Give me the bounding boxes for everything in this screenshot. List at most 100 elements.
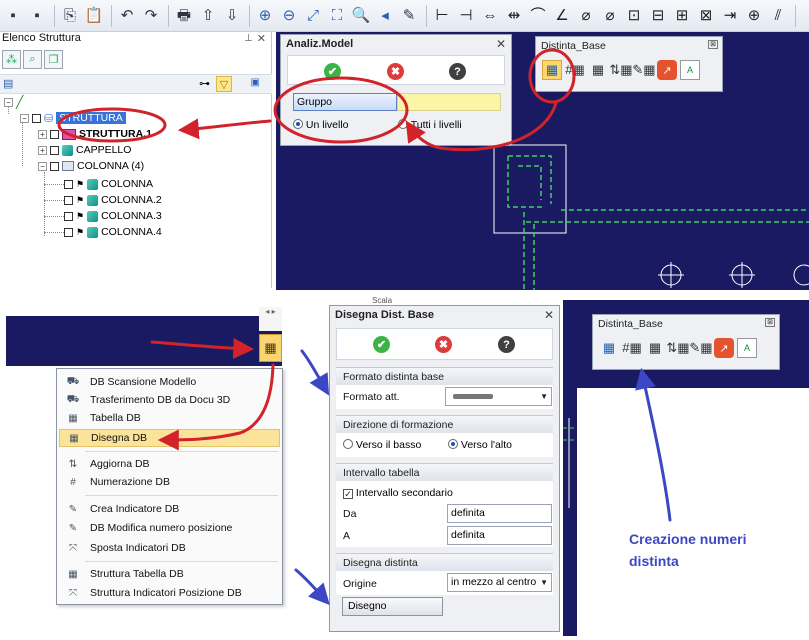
tree-row-struttura-1[interactable]: + STRUTTURA.1 (38, 126, 152, 142)
list-icon[interactable]: ▤ (3, 77, 13, 90)
document-icon[interactable]: A (680, 60, 700, 80)
pan-left-icon[interactable]: ◂ (374, 5, 396, 27)
origin-dropdown[interactable]: in mezzo al centro ▼ (447, 573, 552, 592)
format-dropdown[interactable]: ▼ (445, 387, 552, 406)
checkbox-checked-icon[interactable]: ✓ (343, 489, 353, 499)
visibility-checkbox[interactable] (64, 211, 73, 221)
distinta-dropdown-button[interactable]: ▦ (259, 334, 282, 362)
close-icon[interactable]: ⊠ (765, 318, 775, 327)
numbering-icon[interactable]: #▦ (622, 338, 642, 358)
export-icon[interactable]: ↗ (714, 338, 734, 358)
visibility-checkbox[interactable] (64, 227, 73, 237)
disegno-button[interactable]: Disegno (342, 597, 443, 616)
refresh-table-icon[interactable]: ⇅▦ (666, 338, 689, 358)
radio-selected-icon[interactable] (293, 119, 303, 129)
visibility-checkbox[interactable] (50, 161, 59, 171)
section-direction-header[interactable]: Direzione di formazione (336, 415, 553, 433)
collapse-icon[interactable]: − (4, 97, 13, 107)
table-icon[interactable]: ▦ (645, 338, 665, 358)
radio-one-level[interactable]: Un livello (293, 119, 349, 131)
radio-direction-up[interactable]: Verso l'alto (448, 439, 512, 451)
section-interval-header[interactable]: Intervallo tabella (336, 463, 553, 481)
tree-row-root[interactable]: − ╱ (4, 94, 23, 110)
secondary-interval-checkbox[interactable]: ✓ Intervallo secondario (343, 487, 453, 499)
menu-item-table[interactable]: ▦ Tabella DB (59, 409, 280, 427)
zoom-window-icon[interactable]: ⛶ (326, 5, 348, 27)
edit-marker-icon[interactable]: ✎▦ (632, 60, 655, 80)
menu-item-transfer[interactable]: ⛟ Trasferimento DB da Docu 3D (59, 391, 280, 409)
menu-item-refresh[interactable]: ⇅ Aggiorna DB (59, 455, 280, 473)
radio-empty-icon[interactable] (343, 439, 353, 449)
to-field[interactable]: definita (447, 526, 552, 545)
tree-row-colonna[interactable]: ⚑ COLONNA (64, 176, 153, 192)
import-icon[interactable]: ⇩ (221, 5, 243, 27)
section-format-header[interactable]: Formato distinta base (336, 367, 553, 385)
print-icon[interactable]: 🖶 (173, 5, 195, 27)
ok-button[interactable]: ✔ (373, 336, 390, 353)
numbering-icon[interactable]: #▦ (565, 60, 585, 80)
radio-selected-icon[interactable] (448, 439, 458, 449)
section-draw-header[interactable]: Disegna distinta (336, 553, 553, 571)
edit-icon[interactable]: ✎ (398, 5, 420, 27)
dim-l-icon[interactable]: ⊠ (695, 5, 717, 27)
dim-a-icon[interactable]: ⊢ (431, 5, 453, 27)
pages-view-icon[interactable]: ❐ (44, 50, 63, 69)
menu-item-move-markers[interactable]: ⤧ Sposta Indicatori DB (59, 539, 280, 557)
export-icon[interactable]: ↗ (657, 60, 677, 80)
options-icon[interactable]: ▣ (251, 77, 260, 88)
close-icon[interactable]: ⊠ (708, 40, 718, 49)
zoom-out-icon[interactable]: ⊖ (278, 5, 300, 27)
document-icon[interactable]: A (737, 338, 757, 358)
close-icon[interactable]: ✕ (496, 37, 506, 51)
redo-icon[interactable]: ↷ (140, 5, 162, 27)
visibility-checkbox[interactable] (64, 179, 73, 189)
open-icon[interactable]: ▪ (26, 5, 48, 27)
save-icon[interactable]: ▪ (2, 5, 24, 27)
scroll-arrows-icon[interactable]: ◂ ▸ (259, 307, 282, 331)
scan-model-icon[interactable]: ▦ (599, 338, 619, 358)
tree-row-colonna-3[interactable]: ⚑ COLONNA.3 (64, 208, 162, 224)
dim-f-icon[interactable]: ∠ (551, 5, 573, 27)
visibility-checkbox[interactable] (50, 129, 59, 139)
dim-h-icon[interactable]: ⌀ (599, 5, 621, 27)
visibility-checkbox[interactable] (32, 113, 41, 123)
filter-icon[interactable]: ▽ (216, 76, 232, 92)
menu-item-numbering[interactable]: # Numerazione DB (59, 473, 280, 491)
tree-row-struttura[interactable]: − ⛁ STRUTTURA (20, 110, 126, 126)
collapse-icon[interactable]: − (38, 161, 47, 171)
dim-d-icon[interactable]: ⇹ (503, 5, 525, 27)
dim-g-icon[interactable]: ⌀ (575, 5, 597, 27)
ok-button[interactable]: ✔ (324, 63, 341, 80)
zoom-box-icon[interactable]: 🔍 (350, 5, 372, 27)
dim-b-icon[interactable]: ⊣ (455, 5, 477, 27)
close-icon[interactable]: ✕ (257, 32, 266, 45)
refresh-table-icon[interactable]: ⇅▦ (609, 60, 632, 80)
copy-icon[interactable]: ⎘ (59, 5, 81, 27)
expand-icon[interactable]: + (38, 129, 47, 139)
tree-row-colonna-4[interactable]: ⚑ COLONNA.4 (64, 224, 162, 240)
menu-item-marker-structure[interactable]: ⤧ Struttura Indicatori Posizione DB (59, 584, 280, 602)
dim-e-icon[interactable]: ⌒ (527, 5, 549, 27)
tree-view-icon[interactable]: ⁂ (2, 50, 21, 69)
radio-all-levels[interactable]: Tutti i livelli (398, 119, 462, 131)
visibility-checkbox[interactable] (50, 145, 59, 155)
menu-item-create-marker[interactable]: ✎ Crea Indicatore DB (59, 500, 280, 518)
menu-item-draw-db[interactable]: ▦ Disegna DB (59, 429, 280, 447)
export-icon[interactable]: ⇧ (197, 5, 219, 27)
fit-icon[interactable]: ⤢ (302, 5, 324, 27)
close-icon[interactable]: ✕ (544, 308, 554, 322)
dim-c-icon[interactable]: ⇔ (479, 5, 501, 27)
dim-i-icon[interactable]: ⊡ (623, 5, 645, 27)
cancel-button[interactable]: ✖ (435, 336, 452, 353)
zoom-in-icon[interactable]: ⊕ (254, 5, 276, 27)
menu-item-scan-model[interactable]: ⛟ DB Scansione Modello (59, 373, 280, 391)
undo-icon[interactable]: ↶ (116, 5, 138, 27)
visibility-checkbox[interactable] (64, 195, 73, 205)
dim-o-icon[interactable]: ⫽ (767, 5, 789, 27)
dim-n-icon[interactable]: ⊕ (743, 5, 765, 27)
dim-k-icon[interactable]: ⊞ (671, 5, 693, 27)
gruppo-field[interactable]: Gruppo (293, 93, 397, 111)
tree-row-colonna-group[interactable]: − COLONNA (4) (38, 158, 144, 174)
paste-icon[interactable]: 📋 (83, 5, 105, 27)
dim-m-icon[interactable]: ⇥ (719, 5, 741, 27)
